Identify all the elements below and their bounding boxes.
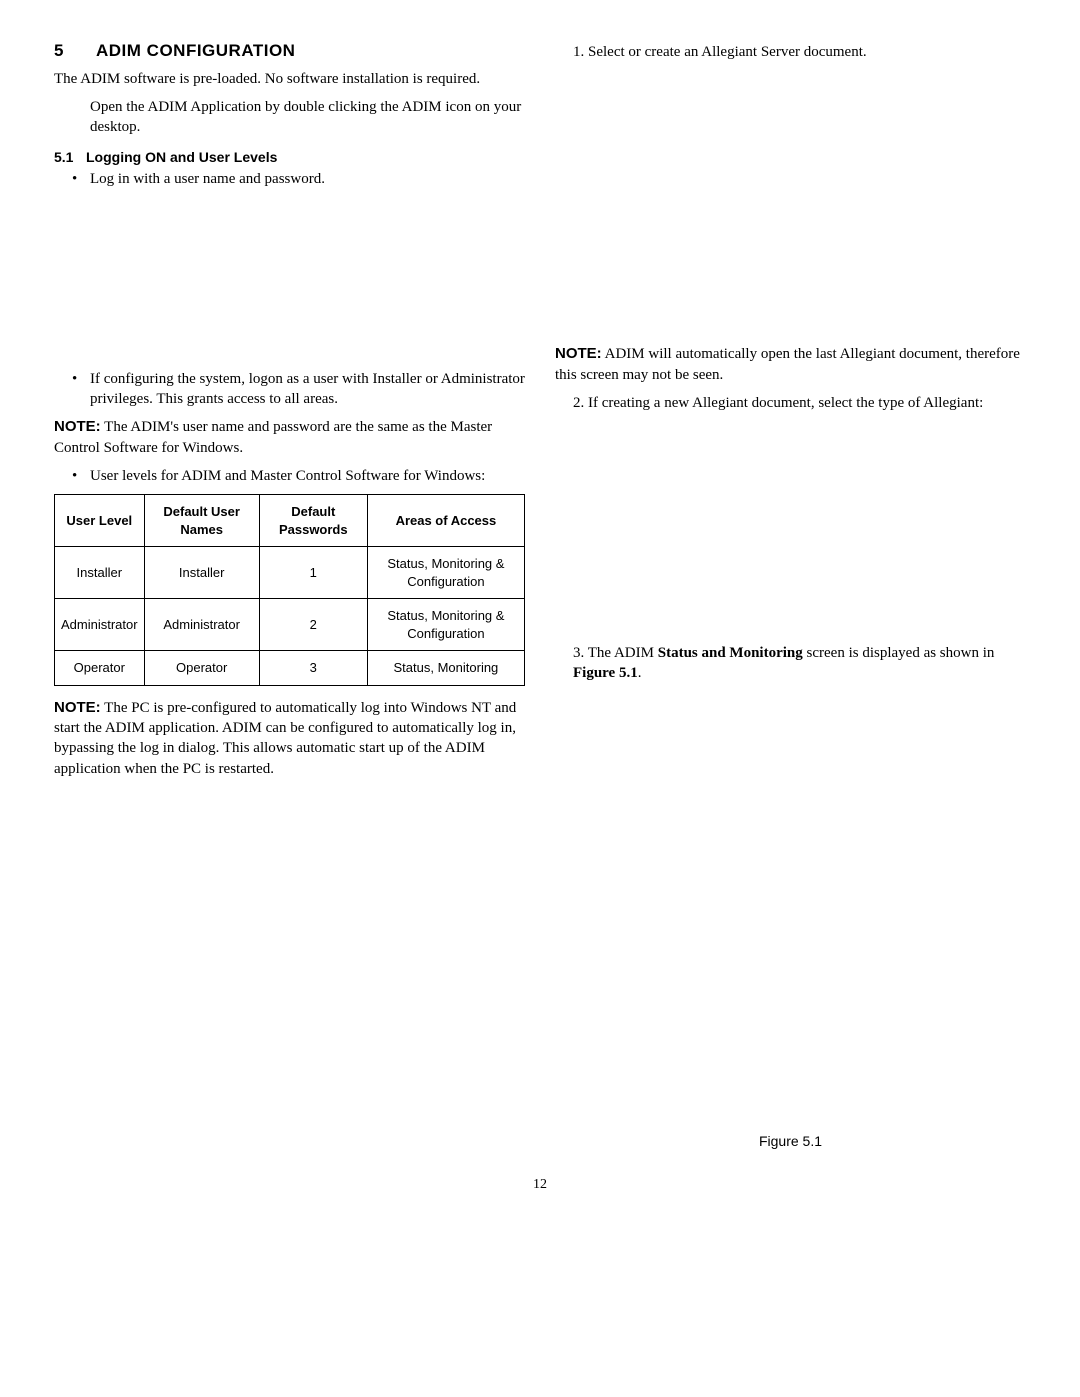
section-heading: 5ADIM CONFIGURATION — [54, 40, 525, 63]
note-text: ADIM will automatically open the last Al… — [555, 346, 1020, 382]
image-placeholder — [555, 421, 1026, 641]
table-cell: Installer — [55, 547, 145, 599]
image-placeholder — [555, 70, 1026, 342]
table-cell: 1 — [259, 547, 367, 599]
subsection-heading: 5.1Logging ON and User Levels — [54, 148, 525, 167]
image-placeholder — [54, 197, 525, 367]
note-label: NOTE: — [555, 345, 602, 362]
two-column-layout: 5ADIM CONFIGURATION The ADIM software is… — [54, 40, 1026, 1150]
table-cell: Status, Monitoring & Configuration — [367, 547, 524, 599]
user-levels-table: User Level Default User Names Default Pa… — [54, 494, 525, 686]
note-paragraph: NOTE: The PC is pre-configured to automa… — [54, 698, 525, 779]
step-item: 2. If creating a new Allegiant document,… — [555, 393, 1026, 413]
intro-paragraph: The ADIM software is pre-loaded. No soft… — [54, 69, 525, 89]
section-title: ADIM CONFIGURATION — [96, 41, 295, 60]
page-number: 12 — [54, 1176, 1026, 1195]
figure-ref: Figure 5.1 — [573, 665, 638, 681]
note-text: The ADIM's user name and password are th… — [54, 419, 492, 455]
bullet-list-3: User levels for ADIM and Master Control … — [54, 466, 525, 486]
table-row: Installer Installer 1 Status, Monitoring… — [55, 547, 525, 599]
subsection-title: Logging ON and User Levels — [86, 149, 277, 165]
table-cell: Status, Monitoring — [367, 651, 524, 686]
steps-list: 2. If creating a new Allegiant document,… — [555, 393, 1026, 413]
table-header: User Level — [55, 495, 145, 547]
steps-list: 3. The ADIM Status and Monitoring screen… — [555, 643, 1026, 684]
note-paragraph: NOTE: ADIM will automatically open the l… — [555, 344, 1026, 385]
table-row: Administrator Administrator 2 Status, Mo… — [55, 599, 525, 651]
step-item: 1. Select or create an Allegiant Server … — [555, 42, 1026, 62]
section-number: 5 — [54, 40, 96, 63]
table-cell: Installer — [144, 547, 259, 599]
step-text: screen is displayed as shown in — [803, 645, 995, 661]
image-placeholder — [555, 692, 1026, 1112]
step-text: . — [638, 665, 642, 681]
step-text: 3. The ADIM — [573, 645, 658, 661]
step-item: 3. The ADIM Status and Monitoring screen… — [555, 643, 1026, 684]
left-column: 5ADIM CONFIGURATION The ADIM software is… — [54, 40, 525, 1150]
table-header: Default Passwords — [259, 495, 367, 547]
note-paragraph: NOTE: The ADIM's user name and password … — [54, 417, 525, 458]
table-cell: Administrator — [144, 599, 259, 651]
table-cell: Status, Monitoring & Configuration — [367, 599, 524, 651]
table-cell: Operator — [144, 651, 259, 686]
note-label: NOTE: — [54, 699, 101, 716]
table-cell: Administrator — [55, 599, 145, 651]
open-app-instruction: Open the ADIM Application by double clic… — [90, 97, 525, 138]
step-bold: Status and Monitoring — [658, 645, 803, 661]
table-header: Areas of Access — [367, 495, 524, 547]
figure-caption: Figure 5.1 — [555, 1132, 1026, 1151]
table-cell: Operator — [55, 651, 145, 686]
table-row: Operator Operator 3 Status, Monitoring — [55, 651, 525, 686]
right-column: 1. Select or create an Allegiant Server … — [555, 40, 1026, 1150]
table-cell: 3 — [259, 651, 367, 686]
note-text: The PC is pre-configured to automaticall… — [54, 700, 516, 777]
bullet-list-2: If configuring the system, logon as a us… — [54, 369, 525, 410]
bullet-list-1: Log in with a user name and password. — [54, 169, 525, 189]
steps-list: 1. Select or create an Allegiant Server … — [555, 42, 1026, 62]
table-cell: 2 — [259, 599, 367, 651]
table-header: Default User Names — [144, 495, 259, 547]
bullet-item: User levels for ADIM and Master Control … — [54, 466, 525, 486]
note-label: NOTE: — [54, 418, 101, 435]
bullet-item: If configuring the system, logon as a us… — [54, 369, 525, 410]
bullet-item: Log in with a user name and password. — [54, 169, 525, 189]
subsection-number: 5.1 — [54, 148, 86, 167]
